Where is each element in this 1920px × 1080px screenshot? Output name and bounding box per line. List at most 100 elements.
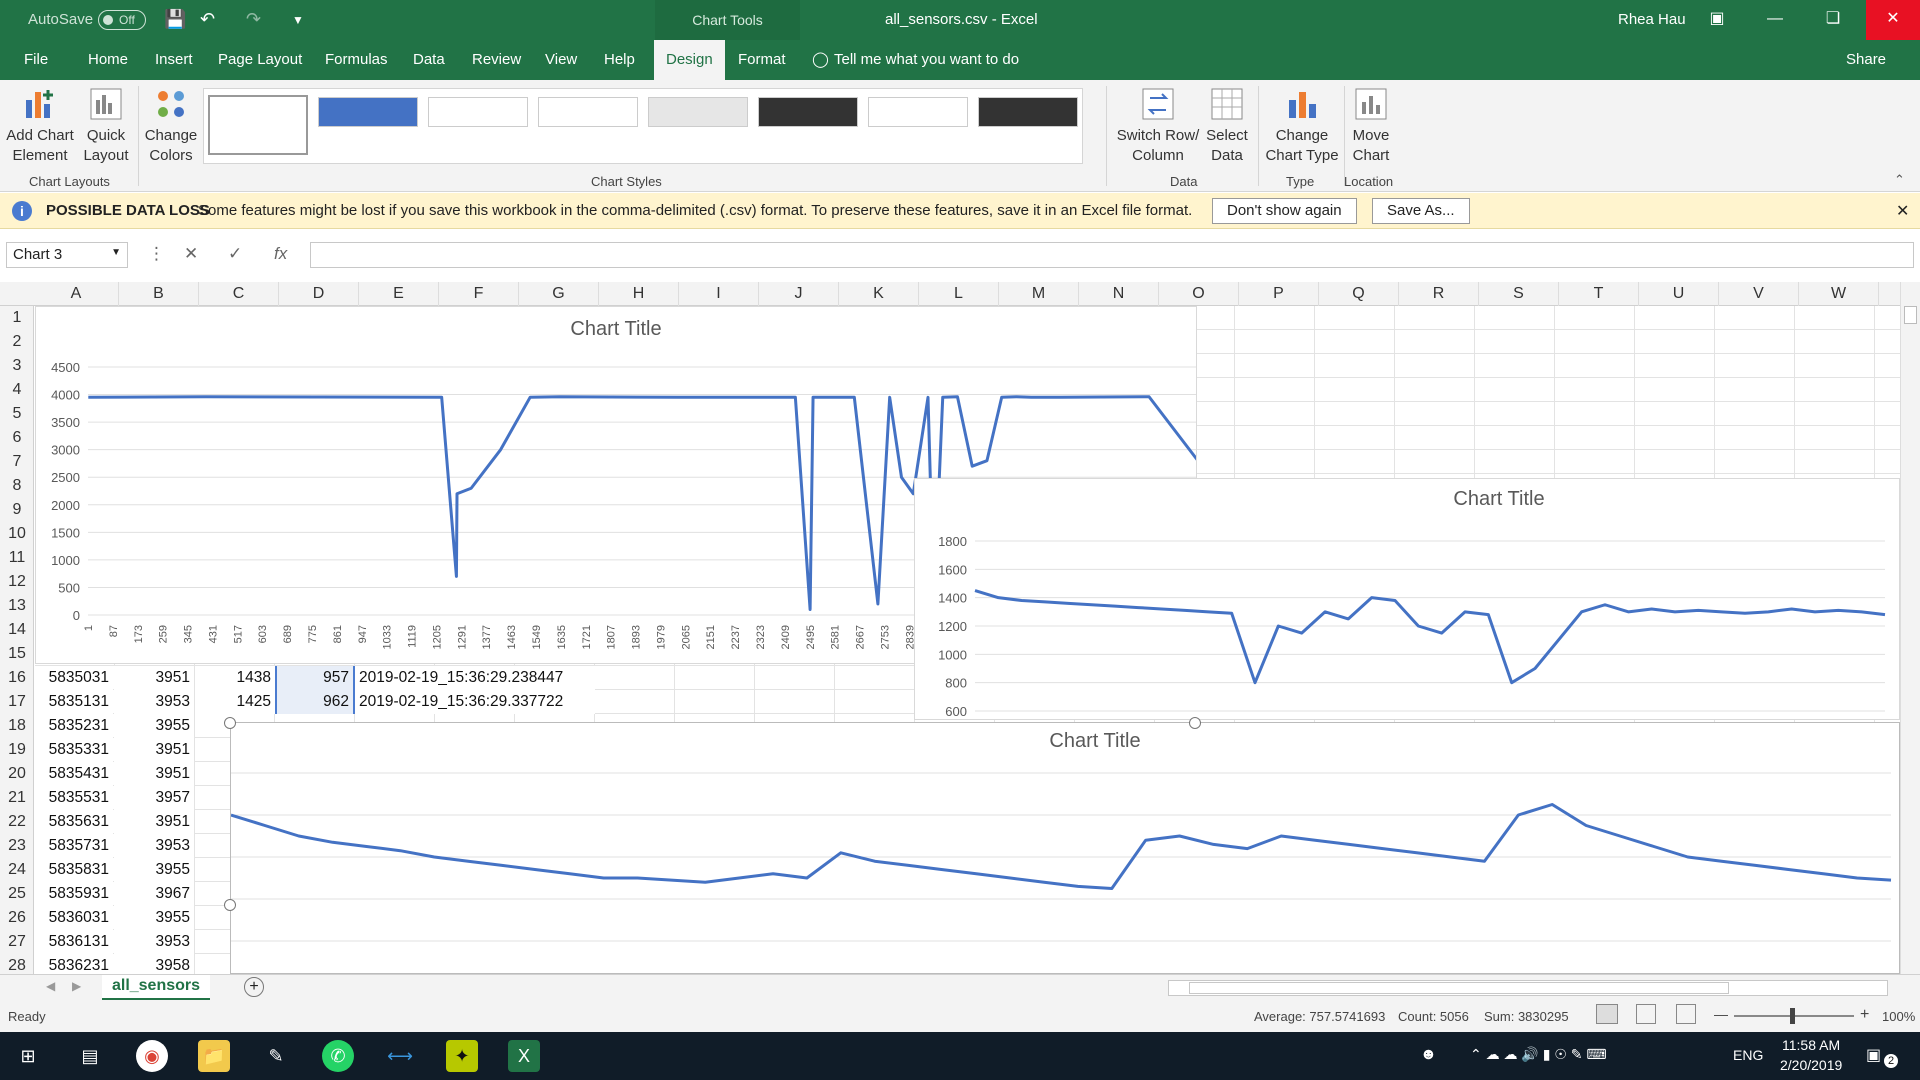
- cell-b26[interactable]: 3955: [114, 906, 194, 930]
- notifications-icon[interactable]: ▣: [1866, 1045, 1881, 1065]
- row-header-1[interactable]: 1: [0, 306, 34, 330]
- cell-b21[interactable]: 3957: [114, 786, 194, 810]
- cell-b17[interactable]: 3953: [114, 690, 194, 714]
- paint-icon[interactable]: ✎: [260, 1040, 292, 1072]
- share-button[interactable]: Share: [1846, 40, 1886, 80]
- column-header-f[interactable]: F: [439, 282, 519, 306]
- column-header-w[interactable]: W: [1799, 282, 1879, 306]
- column-header-q[interactable]: Q: [1319, 282, 1399, 306]
- cell-e17[interactable]: 2019-02-19_15:36:29.337722: [355, 690, 595, 714]
- change-colors-button[interactable]: Change Colors: [142, 86, 200, 166]
- resize-handle[interactable]: [224, 899, 236, 911]
- column-header-h[interactable]: H: [599, 282, 679, 306]
- tab-home[interactable]: Home: [88, 40, 128, 80]
- tab-design[interactable]: Design: [654, 40, 725, 80]
- cell-a20[interactable]: 5835431: [35, 762, 113, 786]
- chart-style-5[interactable]: [648, 97, 748, 127]
- tab-help[interactable]: Help: [604, 40, 635, 80]
- row-header-8[interactable]: 8: [0, 474, 34, 498]
- column-header-b[interactable]: B: [119, 282, 199, 306]
- row-header-11[interactable]: 11: [0, 546, 34, 570]
- column-header-d[interactable]: D: [279, 282, 359, 306]
- save-icon[interactable]: 💾: [164, 9, 186, 30]
- undo-icon[interactable]: ↶: [200, 9, 215, 30]
- zoom-slider-thumb[interactable]: [1790, 1008, 1795, 1024]
- row-header-22[interactable]: 22: [0, 810, 34, 834]
- cell-b27[interactable]: 3953: [114, 930, 194, 954]
- cell-a21[interactable]: 5835531: [35, 786, 113, 810]
- normal-view-icon[interactable]: [1596, 1004, 1618, 1024]
- chart-style-2[interactable]: [318, 97, 418, 127]
- row-header-3[interactable]: 3: [0, 354, 34, 378]
- cancel-icon[interactable]: ✕: [184, 244, 198, 264]
- autosave-toggle[interactable]: Off: [98, 10, 146, 30]
- cell-b22[interactable]: 3951: [114, 810, 194, 834]
- chart-styles-gallery[interactable]: [203, 88, 1083, 164]
- user-name[interactable]: Rhea Hau: [1618, 11, 1686, 28]
- cell-e16[interactable]: 2019-02-19_15:36:29.238447: [355, 666, 595, 690]
- change-chart-type-button[interactable]: Change Chart Type: [1260, 86, 1344, 166]
- cell-b19[interactable]: 3951: [114, 738, 194, 762]
- chart-style-7[interactable]: [868, 97, 968, 127]
- row-header-24[interactable]: 24: [0, 858, 34, 882]
- row-header-21[interactable]: 21: [0, 786, 34, 810]
- minimize-icon[interactable]: —: [1752, 0, 1798, 40]
- add-chart-element-button[interactable]: Add Chart Element: [4, 86, 76, 166]
- column-header-p[interactable]: P: [1239, 282, 1319, 306]
- windows-start-icon[interactable]: ⊞: [12, 1040, 44, 1072]
- cell-b16[interactable]: 3951: [114, 666, 194, 690]
- cell-b18[interactable]: 3955: [114, 714, 194, 738]
- chart-2[interactable]: Chart Title 1800 1600 1400 1200 1000 800 600: [914, 478, 1900, 720]
- tab-insert[interactable]: Insert: [155, 40, 193, 80]
- cell-b24[interactable]: 3955: [114, 858, 194, 882]
- column-header-s[interactable]: S: [1479, 282, 1559, 306]
- cell-a25[interactable]: 5835931: [35, 882, 113, 906]
- task-view-icon[interactable]: ▤: [74, 1040, 106, 1072]
- column-header-c[interactable]: C: [199, 282, 279, 306]
- row-header-7[interactable]: 7: [0, 450, 34, 474]
- column-header-v[interactable]: V: [1719, 282, 1799, 306]
- tab-file[interactable]: File: [24, 40, 48, 80]
- row-header-16[interactable]: 16: [0, 666, 34, 690]
- row-header-17[interactable]: 17: [0, 690, 34, 714]
- column-header-j[interactable]: J: [759, 282, 839, 306]
- row-header-25[interactable]: 25: [0, 882, 34, 906]
- cell-a27[interactable]: 5836131: [35, 930, 113, 954]
- file-explorer-icon[interactable]: 📁: [198, 1040, 230, 1072]
- resize-handle[interactable]: [224, 717, 236, 729]
- insert-function-icon[interactable]: fx: [274, 244, 287, 264]
- chart-style-3[interactable]: [428, 97, 528, 127]
- row-header-14[interactable]: 14: [0, 618, 34, 642]
- zoom-level[interactable]: 100%: [1882, 1009, 1915, 1024]
- name-box[interactable]: Chart 3 ▼: [6, 242, 128, 268]
- row-header-5[interactable]: 5: [0, 402, 34, 426]
- vscode-icon[interactable]: ⟷: [384, 1040, 416, 1072]
- row-header-4[interactable]: 4: [0, 378, 34, 402]
- zoom-in-icon[interactable]: +: [1860, 1006, 1869, 1024]
- quick-layout-button[interactable]: Quick Layout: [80, 86, 132, 166]
- tab-view[interactable]: View: [545, 40, 577, 80]
- dont-show-again-button[interactable]: Don't show again: [1212, 198, 1357, 224]
- cell-a19[interactable]: 5835331: [35, 738, 113, 762]
- cell-c16[interactable]: 1438: [195, 666, 275, 690]
- row-header-12[interactable]: 12: [0, 570, 34, 594]
- cell-d16[interactable]: 957: [275, 666, 355, 690]
- collapse-ribbon-icon[interactable]: ⌃: [1894, 172, 1905, 188]
- sheet-tab-all-sensors[interactable]: all_sensors: [102, 975, 210, 1001]
- column-header-r[interactable]: R: [1399, 282, 1479, 306]
- column-header-e[interactable]: E: [359, 282, 439, 306]
- horizontal-scrollbar[interactable]: [1168, 980, 1888, 996]
- vertical-scrollbar[interactable]: [1900, 282, 1920, 974]
- language-indicator[interactable]: ENG: [1733, 1047, 1763, 1063]
- row-header-23[interactable]: 23: [0, 834, 34, 858]
- zoom-out-icon[interactable]: —: [1714, 1006, 1728, 1022]
- horizontal-scroll-thumb[interactable]: [1189, 982, 1729, 994]
- vertical-scroll-thumb[interactable]: [1904, 306, 1917, 324]
- row-header-9[interactable]: 9: [0, 498, 34, 522]
- cell-a16[interactable]: 5835031: [35, 666, 113, 690]
- cell-b20[interactable]: 3951: [114, 762, 194, 786]
- whatsapp-icon[interactable]: ✆: [322, 1040, 354, 1072]
- page-layout-view-icon[interactable]: [1636, 1004, 1656, 1024]
- cell-a17[interactable]: 5835131: [35, 690, 113, 714]
- formula-input[interactable]: [310, 242, 1914, 268]
